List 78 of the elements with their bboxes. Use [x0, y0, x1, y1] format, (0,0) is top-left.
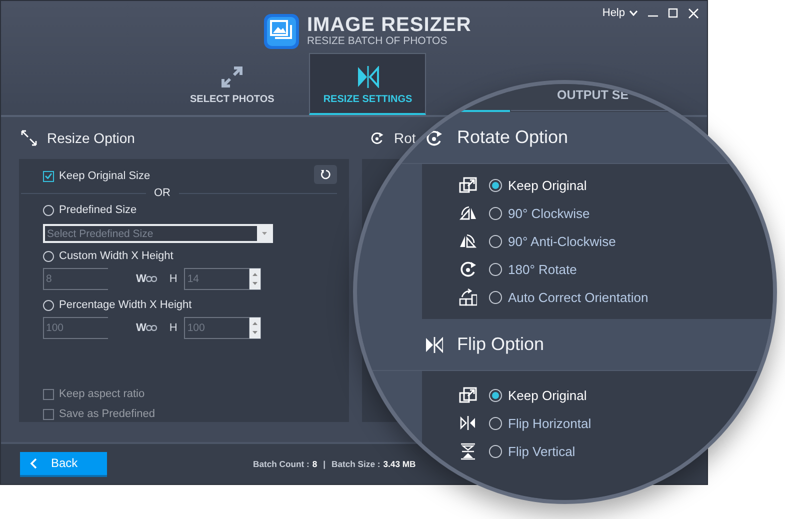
resize-squares-icon	[459, 176, 477, 194]
link-icon	[146, 276, 158, 282]
flip-horizontal-icon	[459, 414, 477, 432]
rotate-left-icon	[459, 232, 477, 250]
radio-label: Percentage Width X Height	[59, 299, 192, 311]
close-icon[interactable]	[688, 8, 699, 18]
link-icon	[146, 325, 158, 331]
radio-button[interactable]	[489, 444, 502, 458]
section-title: Flip Option	[457, 334, 544, 355]
reset-icon	[320, 169, 331, 180]
radio-label: 90° Clockwise	[508, 206, 590, 220]
radio-button[interactable]	[43, 204, 54, 216]
width-label: W	[136, 322, 146, 334]
number-field[interactable]: 100	[184, 317, 250, 339]
radio-button[interactable]	[489, 262, 502, 276]
rotate-right-icon	[459, 204, 477, 222]
expand-arrows-icon	[21, 130, 37, 146]
help-menu[interactable]: Help	[602, 7, 638, 19]
number-field[interactable]: 100	[43, 317, 108, 339]
spinner-icon[interactable]	[249, 317, 262, 339]
expand-arrows-icon	[221, 66, 244, 88]
flip-icon	[356, 66, 379, 88]
rotate-icon	[370, 131, 384, 145]
panel-title: Resize Option	[47, 130, 135, 146]
radio-button[interactable]	[489, 290, 502, 304]
checkbox-label: Save as Predefined	[59, 408, 156, 420]
number-field[interactable]: 8	[43, 268, 108, 290]
tab[interactable]: RESIZE SETTINGS	[309, 53, 426, 115]
radio-label: 90° Anti-Clockwise	[508, 234, 616, 248]
checkbox-label: Keep Original Size	[59, 170, 150, 182]
radio-button[interactable]	[489, 206, 502, 220]
radio-label: Keep Original	[508, 388, 587, 402]
radio-button[interactable]	[43, 250, 54, 262]
batch-count-label: Batch Count :	[253, 459, 310, 469]
batch-size: 3.43 MB	[383, 459, 416, 469]
circular-arrow-icon	[459, 260, 477, 278]
app-subtitle: RESIZE BATCH OF PHOTOS	[307, 34, 448, 48]
app-title: IMAGE RESIZER	[307, 14, 472, 34]
radio-label: Custom Width X Height	[59, 250, 174, 262]
radio-label: Flip Horizontal	[508, 416, 592, 430]
batch-count: 8	[312, 459, 318, 469]
flip-vertical-icon	[459, 442, 477, 460]
status-divider: |	[323, 459, 326, 469]
chevron-left-icon	[30, 458, 37, 468]
radio-label: Predefined Size	[59, 204, 137, 216]
radio-button[interactable]	[43, 300, 54, 310]
checkbox-label: Keep aspect ratio	[59, 388, 145, 400]
dropdown[interactable]: Select Predefined Size	[43, 224, 273, 243]
caret-icon	[262, 232, 266, 235]
chevron-down-icon[interactable]	[629, 10, 638, 16]
width-label: W	[136, 273, 146, 285]
rotate-icon	[425, 128, 443, 146]
radio-label: Keep Original	[508, 178, 587, 192]
radio-button[interactable]	[489, 234, 502, 248]
checkbox[interactable]	[43, 170, 54, 182]
orientation-boxes-icon	[459, 288, 477, 306]
reset-button[interactable]	[314, 165, 337, 184]
flip-icon	[425, 336, 443, 354]
height-label: H	[169, 322, 178, 334]
radio-label: 180° Rotate	[508, 262, 577, 276]
radio-button[interactable]	[489, 178, 502, 192]
height-label: H	[169, 273, 178, 285]
batch-size-label: Batch Size :	[332, 459, 380, 469]
radio-button[interactable]	[489, 388, 502, 402]
radio-button[interactable]	[489, 416, 502, 430]
number-field[interactable]: 14	[184, 268, 250, 290]
resize-squares-icon	[459, 386, 477, 404]
separator-label: OR	[154, 187, 170, 199]
radio-label: Flip Vertical	[508, 444, 576, 458]
radio-label: Auto Correct Orientation	[508, 290, 648, 304]
app-logo-icon	[264, 14, 299, 48]
maximize-icon[interactable]	[668, 8, 678, 18]
back-button[interactable]: Back	[20, 452, 107, 476]
tab[interactable]: SELECT PHOTOS	[184, 53, 280, 115]
check-icon	[45, 173, 52, 179]
section-title: Rotate Option	[457, 127, 568, 148]
spinner-icon[interactable]	[249, 268, 262, 290]
panel-title: Rot	[394, 130, 416, 146]
